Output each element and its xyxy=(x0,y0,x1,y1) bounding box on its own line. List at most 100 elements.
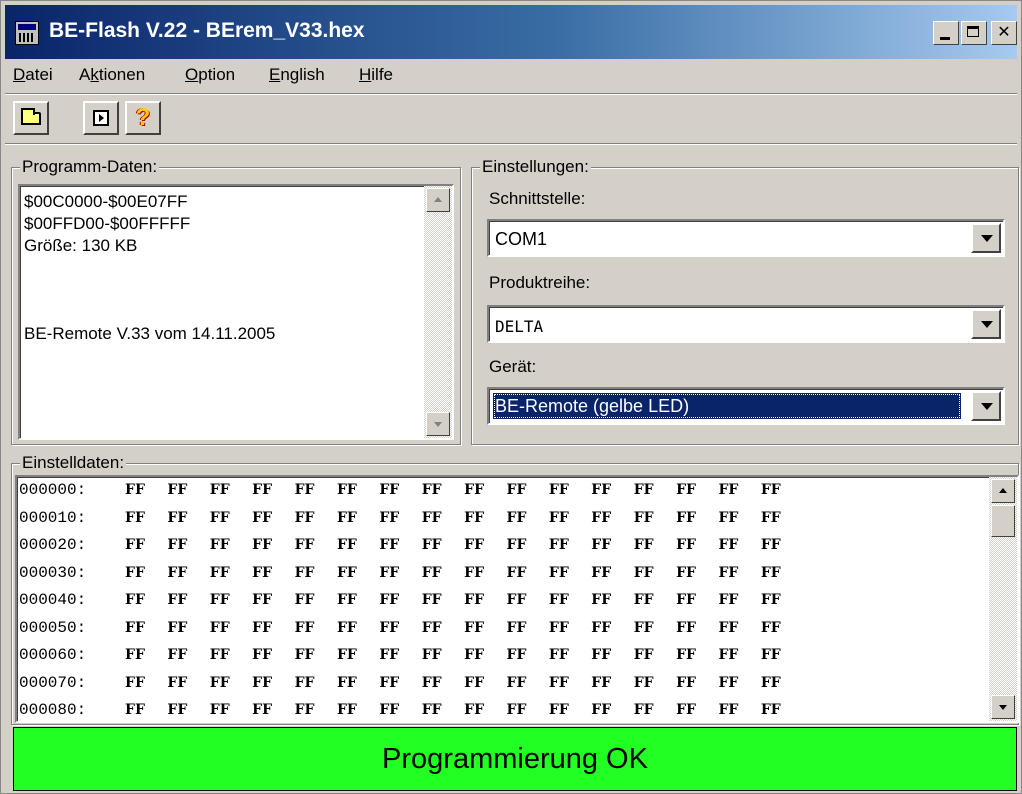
hex-byte: FF xyxy=(167,702,188,718)
hex-byte: FF xyxy=(252,702,273,718)
hex-byte: FF xyxy=(633,619,654,636)
hex-byte: FF xyxy=(379,509,400,526)
hex-byte: FF xyxy=(421,619,442,636)
toolbar-separator xyxy=(5,143,1017,145)
hex-byte: FF xyxy=(294,482,315,498)
hex-scroll-thumb[interactable] xyxy=(991,505,1015,537)
title-bar[interactable]: BE-Flash V.22 - BErem_V33.hex ✕ xyxy=(5,5,1017,59)
hex-byte: FF xyxy=(252,482,273,498)
hex-byte: FF xyxy=(548,647,569,663)
hex-byte: FF xyxy=(421,647,442,663)
hex-byte: FF xyxy=(294,647,315,663)
menu-english[interactable]: English xyxy=(269,65,325,85)
hex-byte: FF xyxy=(676,702,696,718)
hex-byte: FF xyxy=(379,702,400,718)
hex-scrollbar[interactable] xyxy=(989,477,1017,721)
hex-row: 000030: FF FF FF FF FF FF FF FF FF FF FF FF FF FF FF FF xyxy=(19,564,803,582)
hex-byte: FF xyxy=(421,537,442,553)
hex-row: 000020: FF FF FF FF FF FF FF FF FF FF FF FF FF FF FF FF xyxy=(19,536,803,554)
hex-byte: FF xyxy=(633,564,654,581)
hex-byte: FF xyxy=(676,509,696,526)
schnittstelle-select[interactable]: COM1 xyxy=(487,219,1005,257)
hex-byte: FF xyxy=(591,619,612,636)
hex-byte: FF xyxy=(760,674,781,691)
hex-byte: FF xyxy=(209,592,230,608)
maximize-button[interactable] xyxy=(961,21,987,45)
hex-byte: FF xyxy=(464,482,485,498)
hex-byte: FF xyxy=(760,702,781,718)
geraet-label: Gerät: xyxy=(489,357,537,376)
hex-byte: FF xyxy=(633,592,654,608)
hex-byte: FF xyxy=(336,564,357,581)
hex-byte: FF xyxy=(718,647,739,663)
hex-byte: FF xyxy=(209,619,230,636)
hex-byte: FF xyxy=(633,537,654,553)
run-button[interactable] xyxy=(83,101,119,135)
hex-byte: FF xyxy=(633,482,654,498)
hex-byte: FF xyxy=(336,482,357,498)
hex-byte: FF xyxy=(548,537,569,553)
scroll-up-button[interactable] xyxy=(426,188,450,212)
programm-daten-label: Programm-Daten: xyxy=(20,157,160,177)
close-button[interactable]: ✕ xyxy=(991,21,1017,45)
minimize-button[interactable] xyxy=(933,21,959,45)
hex-row-address: 000070: xyxy=(19,673,87,692)
einstelldaten-hex-view[interactable]: 000000: FF FF FF FF FF FF FF FF FF FF FF FF FF FF FF FF 0… xyxy=(15,475,1019,723)
hex-byte: FF xyxy=(421,592,442,608)
app-icon[interactable] xyxy=(15,21,39,45)
hex-byte: FF xyxy=(548,482,569,498)
programm-daten-textbox[interactable]: $00C0000-$00E07FF $00FFD00-$00FFFFF Größ… xyxy=(18,184,454,440)
hex-byte: FF xyxy=(252,619,273,636)
produktreihe-select[interactable]: DELTA xyxy=(487,305,1005,343)
hex-byte: FF xyxy=(464,647,485,663)
hex-row-address: 000010: xyxy=(19,508,87,527)
hex-byte: FF xyxy=(167,509,188,526)
hex-scroll-down-button[interactable] xyxy=(991,695,1015,719)
hex-byte: FF xyxy=(506,509,527,526)
hex-byte: FF xyxy=(125,619,145,636)
programm-daten-scrollbar[interactable] xyxy=(424,186,452,438)
open-file-button[interactable] xyxy=(13,101,49,135)
geraet-select[interactable]: BE-Remote (gelbe LED) xyxy=(487,387,1005,425)
hex-byte: FF xyxy=(125,647,145,663)
chevron-down-icon[interactable] xyxy=(971,309,1001,339)
hex-byte: FF xyxy=(718,537,739,553)
hex-byte: FF xyxy=(464,509,485,526)
menu-option[interactable]: Option xyxy=(185,65,235,85)
hex-byte: FF xyxy=(506,564,527,581)
hex-row-address: 000040: xyxy=(19,591,87,609)
hex-row-address: 000080: xyxy=(19,701,87,719)
scroll-down-button[interactable] xyxy=(426,412,450,436)
hex-byte: FF xyxy=(591,482,612,498)
programm-daten-group: Programm-Daten: $00C0000-$00E07FF $00FFD… xyxy=(11,157,461,445)
hex-byte: FF xyxy=(167,592,188,608)
hex-byte: FF xyxy=(760,537,781,553)
window-title: BE-Flash V.22 - BErem_V33.hex xyxy=(49,19,365,42)
hex-byte: FF xyxy=(125,674,145,691)
hex-row-address: 000050: xyxy=(19,618,87,637)
hex-byte: FF xyxy=(548,509,569,526)
hex-byte: FF xyxy=(421,482,442,498)
hex-byte: FF xyxy=(252,674,273,691)
hex-byte: FF xyxy=(209,509,230,526)
hex-byte: FF xyxy=(294,564,315,581)
help-button[interactable]: ? xyxy=(125,101,161,135)
hex-byte: FF xyxy=(676,482,696,498)
hex-byte: FF xyxy=(464,537,485,553)
chevron-down-icon[interactable] xyxy=(971,223,1001,253)
hex-byte: FF xyxy=(464,674,485,691)
chevron-down-icon[interactable] xyxy=(971,391,1001,421)
menu-datei[interactable]: Datei xyxy=(13,65,53,85)
hex-scroll-up-button[interactable] xyxy=(991,479,1015,503)
hex-byte: FF xyxy=(125,564,145,581)
hex-byte: FF xyxy=(718,674,739,691)
hex-byte: FF xyxy=(676,619,696,636)
hex-row: 000080: FF FF FF FF FF FF FF FF FF FF FF FF FF FF FF FF xyxy=(19,701,803,719)
hex-byte: FF xyxy=(506,619,527,636)
run-icon xyxy=(93,110,109,126)
program-description: BE-Remote V.33 vom 14.11.2005 xyxy=(24,324,276,343)
menu-hilfe[interactable]: Hilfe xyxy=(359,65,393,85)
menu-aktionen[interactable]: Aktionen xyxy=(79,65,145,85)
hex-byte: FF xyxy=(548,702,569,718)
status-banner: Programmierung OK xyxy=(13,727,1017,791)
